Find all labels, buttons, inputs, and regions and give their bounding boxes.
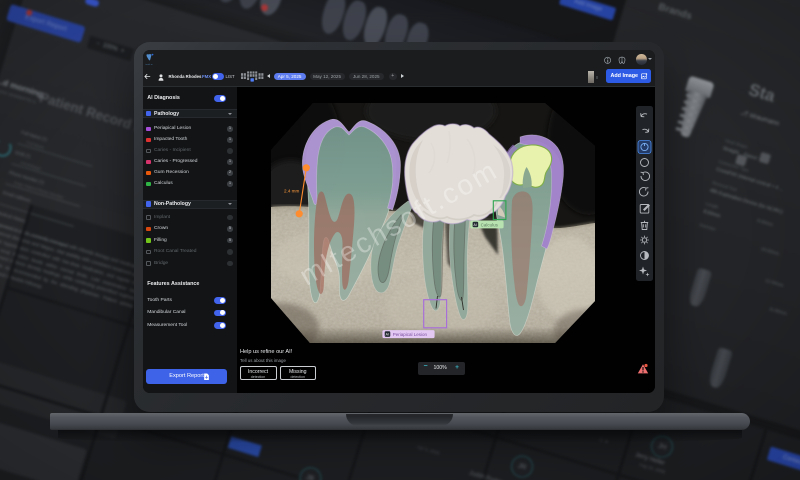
svg-text:2.4 mm: 2.4 mm — [284, 189, 299, 194]
svg-text:AI: AI — [474, 223, 477, 227]
svg-text:Calculus: Calculus — [481, 222, 499, 227]
svg-text:AI: AI — [386, 333, 389, 337]
svg-text:Periapical Lesion: Periapical Lesion — [393, 332, 428, 337]
svg-text:tooth.ai: tooth.ai — [145, 63, 153, 66]
